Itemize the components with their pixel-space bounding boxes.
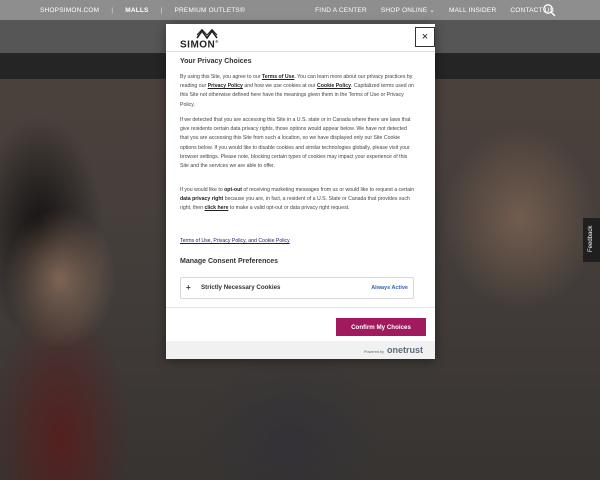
modal-title: Your Privacy Choices bbox=[180, 58, 252, 65]
onetrust-logo: onetrust bbox=[387, 345, 423, 355]
click-here-link[interactable]: click here bbox=[205, 205, 229, 211]
manage-consent-title: Manage Consent Preferences bbox=[180, 258, 279, 265]
cookie-policy-link[interactable]: Cookie Policy bbox=[317, 83, 351, 89]
nav-shop-online[interactable]: SHOP ONLINE ⌄ bbox=[381, 6, 435, 14]
nav-mall-insider[interactable]: MALL INSIDER bbox=[449, 7, 496, 14]
nav-separator: | bbox=[111, 6, 114, 14]
modal-footer-divider bbox=[166, 307, 435, 308]
nav-shopsimon[interactable]: SHOPSIMON.COM bbox=[40, 7, 99, 14]
simon-logo-mark-icon bbox=[196, 29, 218, 39]
nav-separator: | bbox=[160, 6, 163, 14]
simon-logo: SIMON® bbox=[180, 29, 234, 53]
nav-premium-outlets[interactable]: PREMIUM OUTLETS® bbox=[174, 7, 244, 14]
legal-policies-link[interactable]: Terms of Use, Privacy Policy, and Cookie… bbox=[180, 238, 290, 244]
powered-by-label: Powered by bbox=[363, 350, 384, 354]
plus-icon: + bbox=[186, 283, 191, 292]
opt-out-text: opt-out bbox=[224, 187, 242, 193]
search-icon[interactable] bbox=[542, 3, 556, 17]
close-button[interactable]: × bbox=[415, 27, 435, 47]
feedback-label: Feedback bbox=[588, 225, 594, 252]
modal-footer: Powered by onetrust bbox=[166, 341, 435, 359]
consent-category-label: Strictly Necessary Cookies bbox=[201, 284, 281, 291]
powered-by-onetrust[interactable]: Powered by onetrust bbox=[364, 345, 423, 355]
feedback-tab[interactable]: Feedback bbox=[583, 218, 600, 262]
close-icon: × bbox=[421, 31, 429, 43]
intro-paragraph: By using this Site, you agree to our Ter… bbox=[180, 74, 414, 108]
logo-text: SIMON bbox=[180, 39, 216, 51]
terms-of-use-link[interactable]: Terms of Use bbox=[262, 74, 294, 80]
privacy-modal: SIMON® × Your Privacy Choices By using t… bbox=[166, 24, 435, 359]
nav-malls[interactable]: MALLS bbox=[125, 7, 148, 14]
logo-wordmark: SIMON® bbox=[180, 39, 219, 51]
location-paragraph: If we detected that you are accessing th… bbox=[180, 117, 411, 170]
always-active-status: Always Active bbox=[371, 285, 408, 291]
data-privacy-right-text: data privacy right bbox=[180, 196, 224, 203]
opt-out-paragraph: If you would like to opt-out of receivin… bbox=[180, 187, 415, 212]
nav-find-a-center[interactable]: FIND A CENTER bbox=[315, 7, 367, 14]
modal-content[interactable]: Your Privacy Choices By using this Site,… bbox=[166, 52, 435, 330]
privacy-policy-link[interactable]: Privacy Policy bbox=[208, 83, 243, 89]
utility-nav: SHOPSIMON.COM | MALLS | PREMIUM OUTLETS®… bbox=[0, 0, 600, 20]
strictly-necessary-row[interactable]: + Strictly Necessary Cookies Always Acti… bbox=[180, 277, 414, 299]
confirm-choices-button[interactable]: Confirm My Choices bbox=[336, 318, 426, 336]
